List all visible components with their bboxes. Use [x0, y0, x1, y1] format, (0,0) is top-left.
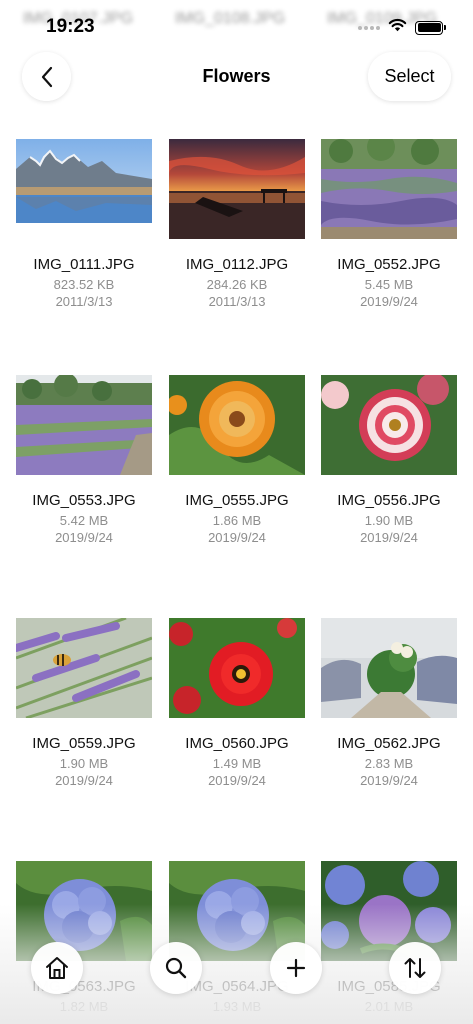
file-item[interactable]: IMG_0560.JPG 1.49 MB 2019/9/24: [169, 618, 321, 818]
file-name: IMG_0559.JPG: [32, 735, 136, 752]
file-date: 2019/9/24: [55, 773, 113, 788]
file-item[interactable]: IMG_0553.JPG 5.42 MB 2019/9/24: [16, 375, 168, 575]
file-item[interactable]: IMG_0552.JPG 5.45 MB 2019/9/24: [321, 139, 473, 339]
add-button[interactable]: [270, 942, 322, 994]
file-thumbnail: [16, 375, 152, 475]
home-button[interactable]: [31, 942, 83, 994]
file-name: IMG_0552.JPG: [337, 256, 441, 273]
file-item[interactable]: IMG_0562.JPG 2.83 MB 2019/9/24: [321, 618, 473, 818]
file-thumbnail: [321, 861, 457, 961]
file-thumbnail: [169, 618, 305, 718]
file-size: 2.83 MB: [364, 756, 414, 771]
file-item[interactable]: IMG_0585.JPG 2.01 MB: [321, 861, 473, 1024]
file-thumbnail: [321, 375, 457, 475]
file-size: 1.90 MB: [59, 756, 109, 771]
file-date: 2011/3/13: [55, 294, 113, 309]
file-size: 5.42 MB: [59, 513, 109, 528]
file-thumbnail: [169, 375, 305, 475]
home-icon: [46, 957, 68, 979]
battery-icon: [415, 20, 446, 35]
file-name: IMG_0585.JPG: [337, 978, 441, 995]
file-name: IMG_0563.JPG: [32, 978, 136, 995]
file-item[interactable]: IMG_0112.JPG 284.26 KB 2011/3/13: [169, 139, 321, 339]
file-size: 2.01 MB: [364, 999, 414, 1014]
file-name: IMG_0560.JPG: [185, 735, 289, 752]
file-date: 2019/9/24: [208, 773, 266, 788]
file-item[interactable]: IMG_0563.JPG 1.82 MB: [16, 861, 168, 1024]
file-name: IMG_0556.JPG: [337, 492, 441, 509]
file-item[interactable]: IMG_0111.JPG 823.52 KB 2011/3/13: [16, 139, 168, 339]
file-name: IMG_0562.JPG: [337, 735, 441, 752]
file-thumbnail: [169, 139, 305, 239]
file-date: 2019/9/24: [55, 530, 113, 545]
file-name: IMG_0555.JPG: [185, 492, 289, 509]
file-grid: IMG_0111.JPG 823.52 KB 2011/3/13 IMG_0112.…: [0, 0, 473, 1024]
file-size: 1.82 MB: [59, 999, 109, 1014]
file-name: IMG_0553.JPG: [32, 492, 136, 509]
file-date: 2019/9/24: [360, 294, 418, 309]
file-date: 2019/9/24: [208, 530, 266, 545]
file-size: 1.49 MB: [212, 756, 262, 771]
file-thumbnail: [16, 618, 152, 718]
file-item[interactable]: IMG_0555.JPG 1.86 MB 2019/9/24: [169, 375, 321, 575]
file-item[interactable]: IMG_0556.JPG 1.90 MB 2019/9/24: [321, 375, 473, 575]
file-size: 1.86 MB: [212, 513, 262, 528]
status-time: 19:23: [46, 16, 95, 37]
file-item[interactable]: IMG_0559.JPG 1.90 MB 2019/9/24: [16, 618, 168, 818]
file-thumbnail: [16, 139, 152, 239]
file-size: 5.45 MB: [364, 277, 414, 292]
file-thumbnail: [321, 139, 457, 239]
cellular-signal-icon: [358, 25, 380, 30]
file-date: 2011/3/13: [208, 294, 266, 309]
file-size: 823.52 KB: [53, 277, 115, 292]
file-thumbnail: [321, 618, 457, 718]
wifi-icon: [388, 18, 407, 37]
search-icon: [165, 957, 187, 979]
chevron-left-icon: [41, 66, 52, 87]
file-date: 2019/9/24: [360, 773, 418, 788]
file-size: 1.93 MB: [212, 999, 262, 1014]
back-button[interactable]: [22, 52, 71, 101]
sort-button[interactable]: [389, 942, 441, 994]
search-button[interactable]: [150, 942, 202, 994]
file-name: IMG_0111.JPG: [33, 256, 135, 273]
file-date: 2019/9/24: [360, 530, 418, 545]
file-name: IMG_0112.JPG: [185, 256, 289, 273]
select-button[interactable]: Select: [368, 52, 451, 101]
file-size: 284.26 KB: [206, 277, 268, 292]
status-icons: [358, 18, 446, 37]
file-size: 1.90 MB: [364, 513, 414, 528]
sort-arrows-icon: [404, 958, 426, 978]
status-bar: 19:23: [0, 0, 473, 54]
plus-icon: [286, 958, 306, 978]
file-thumbnail: [16, 861, 152, 961]
